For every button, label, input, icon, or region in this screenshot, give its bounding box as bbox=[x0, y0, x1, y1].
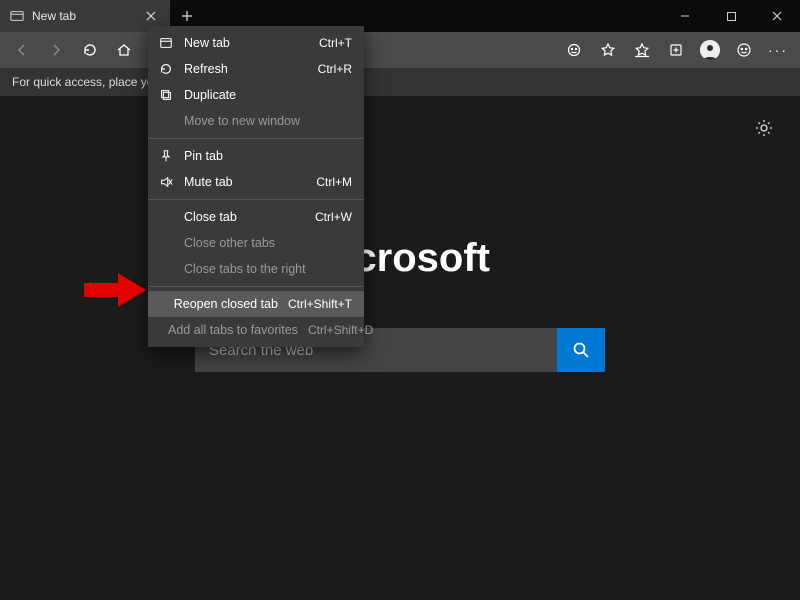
blank-icon bbox=[158, 296, 164, 312]
tab-title: New tab bbox=[32, 9, 76, 23]
menu-separator bbox=[148, 138, 364, 139]
window-controls bbox=[662, 0, 800, 32]
navigation-toolbar: ··· bbox=[0, 32, 800, 68]
menu-item-new-tab[interactable]: New tab Ctrl+T bbox=[148, 30, 364, 56]
title-bar: New tab bbox=[0, 0, 800, 32]
blank-icon bbox=[158, 261, 174, 277]
back-button[interactable] bbox=[6, 34, 38, 66]
tracking-prevention-icon[interactable] bbox=[558, 34, 590, 66]
window-new-icon bbox=[158, 35, 174, 51]
menu-item-duplicate[interactable]: Duplicate bbox=[148, 82, 364, 108]
menu-item-shortcut: Ctrl+Shift+T bbox=[288, 297, 352, 311]
menu-item-pin-tab[interactable]: Pin tab bbox=[148, 143, 364, 169]
mute-icon bbox=[158, 174, 174, 190]
bookmarks-bar: For quick access, place your fav bbox=[0, 68, 800, 96]
page-settings-button[interactable] bbox=[754, 118, 774, 138]
more-icon: ··· bbox=[768, 42, 788, 58]
blank-icon bbox=[158, 209, 174, 225]
menu-item-shortcut: Ctrl+M bbox=[316, 175, 352, 189]
menu-separator bbox=[148, 286, 364, 287]
menu-item-label: Mute tab bbox=[184, 175, 306, 189]
blank-icon bbox=[158, 113, 174, 129]
tab-page-icon bbox=[10, 9, 24, 23]
menu-item-close-other-tabs: Close other tabs bbox=[148, 230, 364, 256]
window-minimize-button[interactable] bbox=[662, 0, 708, 32]
search-button[interactable] bbox=[557, 328, 605, 372]
menu-item-label: Close other tabs bbox=[184, 236, 342, 250]
menu-item-shortcut: Ctrl+W bbox=[315, 210, 352, 224]
forward-button[interactable] bbox=[40, 34, 72, 66]
menu-item-label: Pin tab bbox=[184, 149, 342, 163]
collections-button[interactable] bbox=[660, 34, 692, 66]
new-tab-page: Microsoft bbox=[0, 96, 800, 600]
menu-item-shortcut: Ctrl+R bbox=[318, 62, 352, 76]
menu-item-label: Duplicate bbox=[184, 88, 342, 102]
menu-separator bbox=[148, 199, 364, 200]
profile-button[interactable] bbox=[694, 34, 726, 66]
home-button[interactable] bbox=[108, 34, 140, 66]
menu-item-label: Reopen closed tab bbox=[174, 297, 278, 311]
annotation-arrow bbox=[84, 273, 146, 307]
menu-item-label: Close tab bbox=[184, 210, 305, 224]
menu-item-shortcut: Ctrl+Shift+D bbox=[308, 323, 373, 337]
tab-close-button[interactable] bbox=[142, 9, 160, 23]
more-button[interactable]: ··· bbox=[762, 34, 794, 66]
menu-item-add-all-tabs-to-favorites: Add all tabs to favoritesCtrl+Shift+D bbox=[148, 317, 364, 343]
tab-context-menu: New tab Ctrl+T Refresh Ctrl+R Duplicate Move … bbox=[148, 26, 364, 347]
menu-item-refresh[interactable]: Refresh Ctrl+R bbox=[148, 56, 364, 82]
menu-item-label: New tab bbox=[184, 36, 309, 50]
menu-item-label: Refresh bbox=[184, 62, 308, 76]
window-maximize-button[interactable] bbox=[708, 0, 754, 32]
refresh-icon bbox=[158, 61, 174, 77]
menu-item-mute-tab[interactable]: Mute tab Ctrl+M bbox=[148, 169, 364, 195]
menu-item-label: Move to new window bbox=[184, 114, 342, 128]
add-favorite-button[interactable] bbox=[592, 34, 624, 66]
favorites-button[interactable] bbox=[626, 34, 658, 66]
refresh-button[interactable] bbox=[74, 34, 106, 66]
browser-tab[interactable]: New tab bbox=[0, 0, 170, 32]
avatar-icon bbox=[700, 40, 720, 60]
feedback-button[interactable] bbox=[728, 34, 760, 66]
menu-item-label: Add all tabs to favorites bbox=[168, 323, 298, 337]
duplicate-icon bbox=[158, 87, 174, 103]
menu-item-shortcut: Ctrl+T bbox=[319, 36, 352, 50]
menu-item-reopen-closed-tab[interactable]: Reopen closed tab Ctrl+Shift+T bbox=[148, 291, 364, 317]
menu-item-label: Close tabs to the right bbox=[184, 262, 342, 276]
pin-icon bbox=[158, 148, 174, 164]
menu-item-move-to-new-window: Move to new window bbox=[148, 108, 364, 134]
blank-icon bbox=[158, 235, 174, 251]
menu-item-close-tabs-to-the-right: Close tabs to the right bbox=[148, 256, 364, 282]
menu-item-close-tab[interactable]: Close tab Ctrl+W bbox=[148, 204, 364, 230]
window-close-button[interactable] bbox=[754, 0, 800, 32]
